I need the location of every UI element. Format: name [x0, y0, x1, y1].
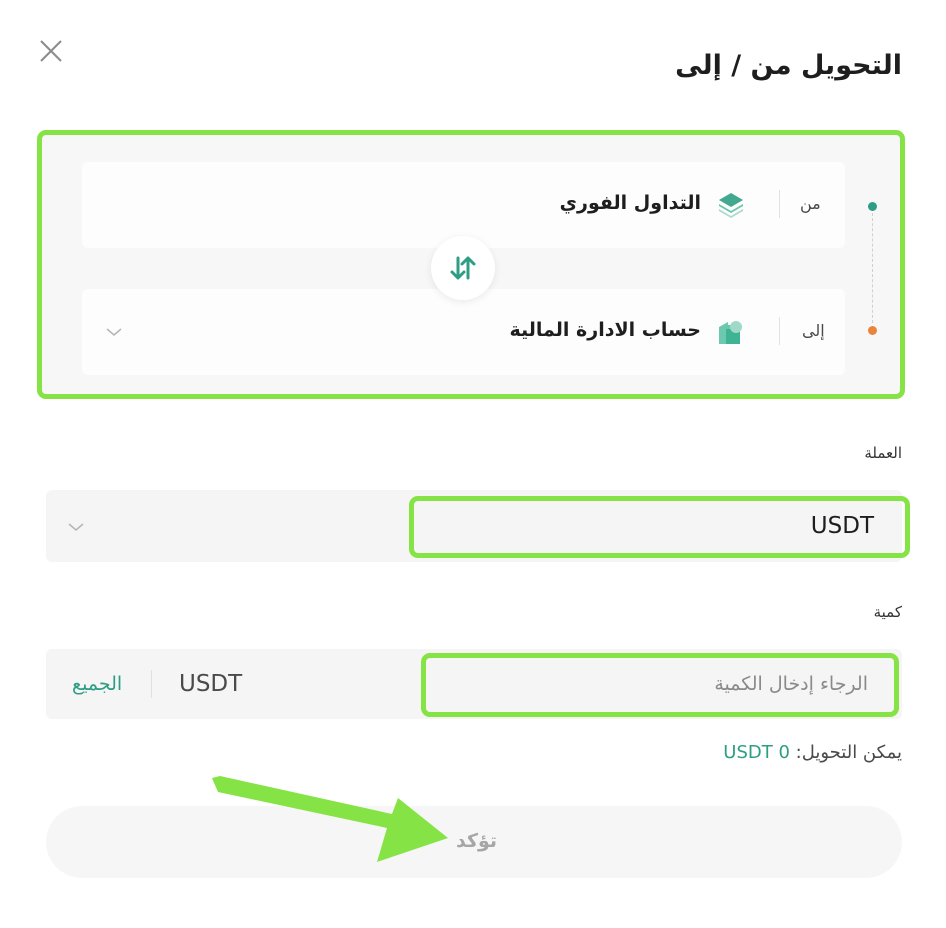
confirm-label: تؤكد [456, 830, 498, 852]
layers-icon [719, 193, 743, 218]
amount-unit: USDT [179, 671, 243, 697]
divider [779, 190, 780, 218]
amount-input[interactable] [428, 657, 868, 711]
currency-value: USDT [810, 513, 874, 539]
swap-button[interactable] [431, 236, 495, 300]
close-icon[interactable] [36, 36, 66, 66]
divider [151, 670, 152, 698]
divider [779, 317, 780, 345]
currency-label: العملة [864, 444, 902, 462]
available-label: يمكن التحويل: [795, 742, 902, 763]
to-account-row[interactable]: إلى حساب الادارة المالية [82, 289, 845, 375]
currency-select[interactable] [46, 490, 902, 562]
max-button[interactable]: الجميع [72, 673, 122, 695]
to-dot [868, 326, 877, 335]
swap-arrows-icon [450, 256, 476, 280]
connector-line [872, 213, 873, 323]
amount-label: كمية [873, 603, 902, 621]
available-balance: يمكن التحويل: USDT 0 [723, 742, 902, 763]
from-label: من [800, 194, 821, 213]
chevron-down-icon[interactable] [66, 521, 86, 533]
available-value: USDT 0 [723, 742, 790, 763]
to-label: إلى [802, 321, 825, 340]
finance-account-icon [719, 321, 742, 344]
to-account-name: حساب الادارة المالية [509, 319, 702, 341]
from-account-name: التداول الفوري [559, 192, 701, 214]
from-dot [868, 202, 877, 211]
chevron-down-icon[interactable] [104, 326, 124, 338]
dialog-title: التحويل من / إلى [675, 50, 902, 81]
